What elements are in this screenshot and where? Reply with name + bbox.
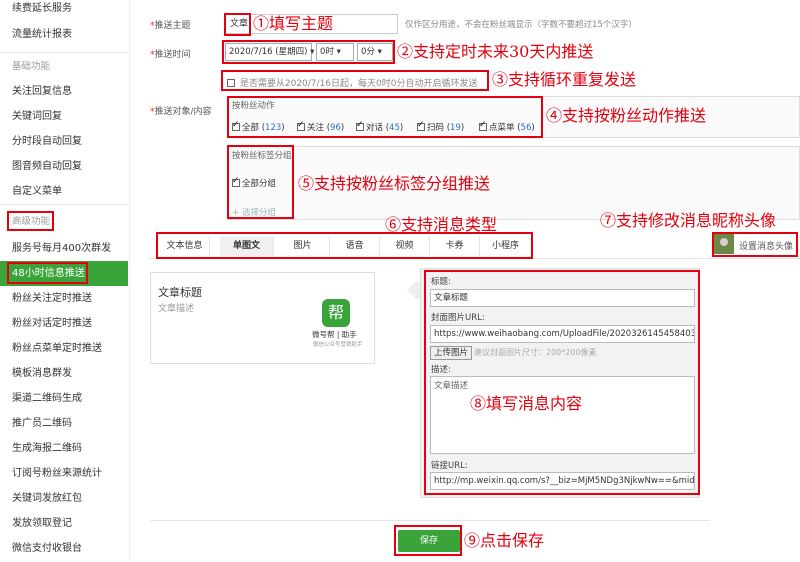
- annotation-box: [424, 270, 700, 495]
- annotation-3: ③支持循环重复发送: [492, 70, 637, 89]
- sidebar-item-traffic-report[interactable]: 流量统计报表: [0, 22, 128, 47]
- annotation-box: [7, 211, 54, 231]
- annotation-box: [227, 96, 543, 138]
- logo-icon: 帮: [322, 299, 350, 327]
- sidebar-divider: [0, 204, 128, 205]
- sidebar-item-keyword-reply[interactable]: 关键词回复: [0, 104, 128, 129]
- sidebar-item-channel-qr[interactable]: 渠道二维码生成: [0, 386, 128, 411]
- annotation-box: [227, 145, 294, 219]
- annotation-box: [7, 262, 88, 284]
- footer-divider: [150, 520, 710, 521]
- sidebar-item-custom-menu[interactable]: 自定义菜单: [0, 179, 128, 204]
- annotation-5: ⑤支持按粉丝标签分组推送: [298, 174, 491, 193]
- annotation-box: [222, 40, 395, 64]
- annotation-9: ⑨点击保存: [464, 531, 545, 550]
- sidebar-item-template-msg[interactable]: 模板消息群发: [0, 361, 128, 386]
- sidebar: 续费延长服务 流量统计报表 基础功能 关注回复信息 关键词回复 分时段自动回复 …: [0, 0, 130, 562]
- topic-label: *推送主题: [150, 21, 191, 31]
- target-label: *推送对象/内容: [150, 107, 212, 117]
- sidebar-item-mass-send[interactable]: 服务号每月400次群发: [0, 236, 128, 261]
- annotation-box: [394, 525, 462, 556]
- sidebar-item-follow-push[interactable]: 粉丝关注定时推送: [0, 286, 128, 311]
- sidebar-item-fan-source[interactable]: 订阅号粉丝来源统计: [0, 461, 128, 486]
- sidebar-item-follow-reply[interactable]: 关注回复信息: [0, 79, 128, 104]
- logo-subtitle: 微信公众号营销助手: [313, 342, 363, 348]
- annotation-1: ①填写主题: [253, 14, 334, 33]
- preview-desc: 文章描述: [158, 304, 195, 314]
- sidebar-item-claim-register[interactable]: 发放领取登记: [0, 511, 128, 536]
- sidebar-divider: [0, 52, 128, 53]
- sidebar-item-promoter-qr[interactable]: 推广员二维码: [0, 411, 128, 436]
- annotation-box: [224, 13, 251, 36]
- annotation-box: [156, 232, 533, 259]
- annotation-box: [221, 70, 489, 91]
- logo-name: 微号帮 | 助手: [312, 330, 357, 339]
- sidebar-item-pay-cashier[interactable]: 微信支付收银台: [0, 536, 128, 561]
- sidebar-item-chat-push[interactable]: 粉丝对话定时推送: [0, 311, 128, 336]
- sidebar-item-menu-push[interactable]: 粉丝点菜单定时推送: [0, 336, 128, 361]
- annotation-2: ②支持定时未来30天内推送: [397, 42, 594, 61]
- sidebar-section-basic: 基础功能: [12, 61, 51, 72]
- preview-title: 文章标题: [158, 286, 202, 299]
- topic-hint: 仅作区分用途，不会在粉丝端显示（字数不要超过15个汉字）: [405, 20, 637, 30]
- annotation-box: [712, 232, 798, 257]
- sidebar-item-timed-reply[interactable]: 分时段自动回复: [0, 129, 128, 154]
- sidebar-item-media-reply[interactable]: 图音频自动回复: [0, 154, 128, 179]
- sidebar-item-renew[interactable]: 续费延长服务: [0, 0, 128, 21]
- sidebar-item-poster-qr[interactable]: 生成海报二维码: [0, 436, 128, 461]
- time-label: *推送时间: [150, 50, 191, 60]
- annotation-7: ⑦支持修改消息昵称头像: [600, 211, 777, 230]
- sidebar-item-red-packet[interactable]: 关键词发放红包: [0, 486, 128, 511]
- annotation-4: ④支持按粉丝动作推送: [546, 106, 707, 125]
